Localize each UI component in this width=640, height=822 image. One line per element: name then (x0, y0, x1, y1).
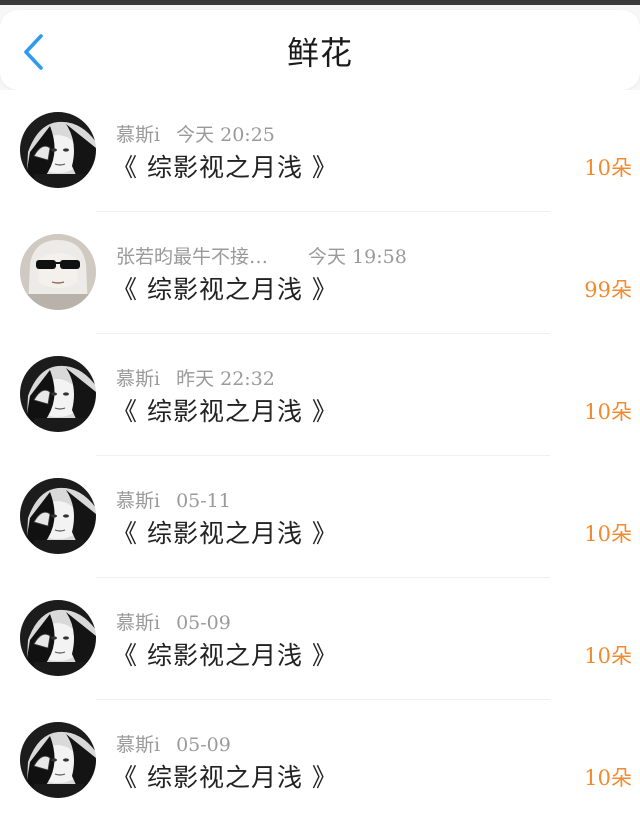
sender-name[interactable]: 张若昀最牛不接… (116, 242, 268, 269)
avatar[interactable] (20, 600, 96, 676)
book-title[interactable]: 《 综影视之月浅 》 (112, 636, 338, 672)
portrait-icon (20, 112, 96, 188)
avatar[interactable] (20, 478, 96, 554)
flower-count: 10朵 (584, 156, 632, 180)
item-meta: 慕斯i 05-09 (116, 608, 231, 635)
flower-count: 10朵 (584, 644, 632, 668)
timestamp: 今天 20:25 (176, 124, 275, 146)
timestamp: 昨天 22:32 (176, 368, 275, 390)
page-title: 鲜花 (286, 34, 353, 72)
list-item[interactable]: 慕斯i 今天 20:25 《 综影视之月浅 》 10朵 (0, 90, 640, 212)
item-meta: 慕斯i 昨天 22:32 (116, 364, 275, 391)
sender-name[interactable]: 慕斯i (116, 364, 160, 391)
flower-count: 10朵 (584, 522, 632, 546)
sender-name[interactable]: 慕斯i (116, 730, 160, 757)
flower-gift-list: 慕斯i 今天 20:25 《 综影视之月浅 》 10朵 张若昀最牛不接… 今天 19… (0, 90, 640, 813)
book-title[interactable]: 《 综影视之月浅 》 (112, 148, 338, 184)
timestamp: 05-09 (176, 612, 231, 634)
timestamp: 今天 19:58 (308, 246, 407, 268)
book-title[interactable]: 《 综影视之月浅 》 (112, 758, 338, 794)
item-meta: 张若昀最牛不接… 今天 19:58 (116, 242, 407, 269)
avatar[interactable] (20, 112, 96, 188)
list-item[interactable]: 张若昀最牛不接… 今天 19:58 《 综影视之月浅 》 99朵 (0, 212, 640, 334)
sender-name[interactable]: 慕斯i (116, 486, 160, 513)
item-meta: 慕斯i 今天 20:25 (116, 120, 275, 147)
sender-name[interactable]: 慕斯i (116, 608, 160, 635)
avatar[interactable] (20, 722, 96, 798)
list-item[interactable]: 慕斯i 05-11 《 综影视之月浅 》 10朵 (0, 456, 640, 578)
top-nav-bar: 鲜花 (0, 10, 640, 90)
sender-name[interactable]: 慕斯i (116, 120, 160, 147)
portrait-icon (20, 356, 96, 432)
item-meta: 慕斯i 05-11 (116, 486, 231, 513)
avatar[interactable] (20, 356, 96, 432)
list-item[interactable]: 慕斯i 05-09 《 综影视之月浅 》 10朵 (0, 700, 640, 822)
portrait-icon (20, 722, 96, 798)
flower-count: 10朵 (584, 766, 632, 790)
flower-count: 10朵 (584, 400, 632, 424)
list-item[interactable]: 慕斯i 昨天 22:32 《 综影视之月浅 》 10朵 (0, 334, 640, 456)
book-title[interactable]: 《 综影视之月浅 》 (112, 392, 338, 428)
avatar[interactable] (20, 234, 96, 310)
portrait-icon (20, 478, 96, 554)
chevron-left-icon (24, 34, 43, 70)
back-button[interactable] (14, 30, 54, 74)
timestamp: 05-09 (176, 734, 231, 756)
timestamp: 05-11 (176, 490, 231, 512)
book-title[interactable]: 《 综影视之月浅 》 (112, 514, 338, 550)
portrait-icon (20, 234, 96, 310)
flower-count: 99朵 (584, 278, 632, 302)
portrait-icon (20, 600, 96, 676)
item-meta: 慕斯i 05-09 (116, 730, 231, 757)
book-title[interactable]: 《 综影视之月浅 》 (112, 270, 338, 306)
list-item[interactable]: 慕斯i 05-09 《 综影视之月浅 》 10朵 (0, 578, 640, 700)
